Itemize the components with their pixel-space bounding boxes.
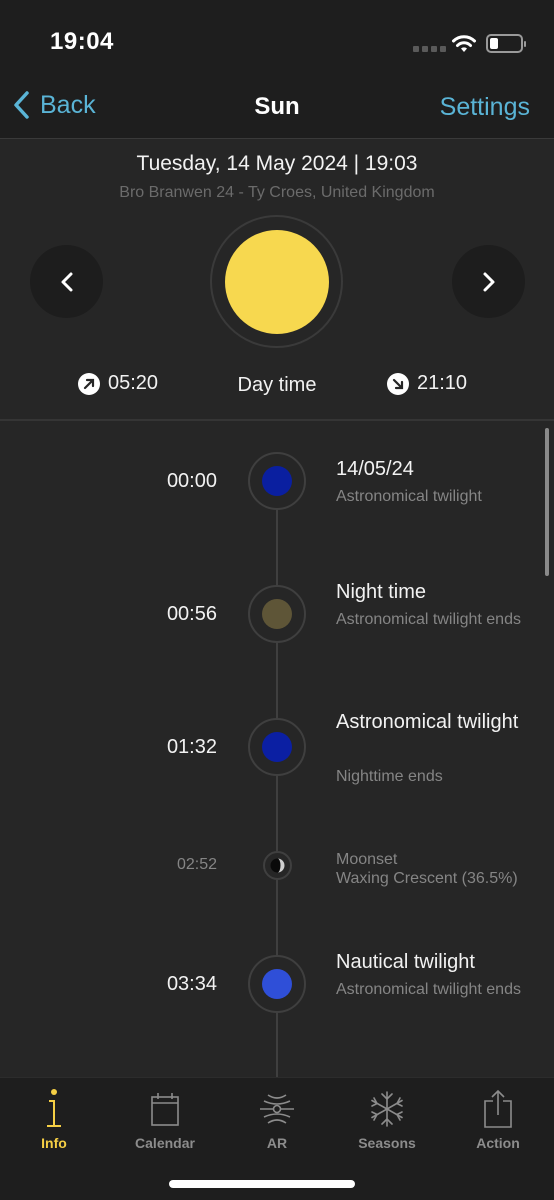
home-indicator[interactable] — [169, 1180, 355, 1188]
date-time: Tuesday, 14 May 2024 | 19:03 — [136, 152, 418, 175]
sunset: 21:10 — [387, 372, 467, 395]
event-subtitle: Nighttime ends — [336, 768, 443, 785]
next-day-button[interactable] — [452, 245, 525, 318]
status-time: 19:04 — [50, 28, 114, 55]
tab-label: Calendar — [135, 1135, 195, 1151]
scrollbar[interactable] — [545, 428, 549, 576]
event-time: 00:56 — [166, 603, 217, 625]
battery-low-icon — [486, 34, 526, 53]
moon-phase-icon — [270, 858, 285, 873]
event-marker — [248, 718, 306, 776]
ar-icon — [260, 1094, 294, 1124]
tab-seasons[interactable]: Seasons — [337, 1086, 437, 1151]
event-title: Nautical twilight — [336, 951, 475, 973]
tab-action[interactable]: Action — [448, 1086, 548, 1151]
current-phase: Day time — [237, 374, 317, 396]
event-title: Night time — [336, 581, 427, 603]
cellular-signal-icon — [413, 46, 446, 52]
sun-phase-dot-icon — [262, 969, 292, 999]
status-bar: 19:04 — [0, 0, 554, 80]
chevron-right-icon — [483, 272, 494, 291]
event-time: 00:00 — [166, 470, 217, 492]
event-title: Astronomical twilight — [336, 711, 519, 733]
event-marker — [248, 955, 306, 1013]
sunset-time: 21:10 — [417, 372, 468, 394]
event-marker — [248, 585, 306, 643]
sun-icon — [225, 230, 329, 334]
tab-info[interactable]: Info — [4, 1086, 104, 1151]
chevron-left-icon — [61, 272, 72, 291]
tab-calendar[interactable]: Calendar — [115, 1086, 215, 1151]
event-subtitle: Astronomical twilight ends — [336, 611, 521, 628]
tab-label: Info — [41, 1135, 67, 1151]
calendar-icon — [151, 1093, 179, 1126]
wifi-icon — [452, 35, 476, 52]
sun-phase-dot-icon — [262, 732, 292, 762]
event-marker — [248, 452, 306, 510]
sun-summary-header: Tuesday, 14 May 2024 | 19:03 Bro Branwen… — [0, 140, 554, 421]
share-icon — [484, 1089, 512, 1128]
sun-phase-dot-icon — [262, 466, 292, 496]
event-subtitle: Astronomical twilight — [336, 488, 482, 505]
event-time: 02:52 — [176, 856, 217, 873]
sunset-arrow-icon — [387, 372, 409, 395]
event-subtitle: Astronomical twilight ends — [336, 981, 521, 998]
sun-phase-dot-icon — [262, 599, 292, 629]
tab-ar[interactable]: AR — [227, 1086, 327, 1151]
event-marker — [263, 851, 292, 880]
events-timeline[interactable]: 00:00 14/05/24 Astronomical twilight 00:… — [0, 422, 554, 1077]
tab-label: AR — [266, 1135, 288, 1151]
snowflake-icon — [371, 1091, 403, 1127]
tab-label: Seasons — [358, 1135, 416, 1151]
tab-label: Action — [476, 1135, 520, 1151]
event-subtitle: Waxing Crescent (36.5%) — [336, 870, 518, 887]
event-time: 03:34 — [166, 973, 217, 995]
navigation-bar: Back Sun Settings — [0, 80, 554, 139]
settings-button[interactable]: Settings — [440, 93, 530, 122]
previous-day-button[interactable] — [30, 245, 103, 318]
location[interactable]: Bro Branwen 24 - Ty Croes, United Kingdo… — [0, 184, 554, 202]
event-time: 01:32 — [166, 736, 217, 758]
event-title: 14/05/24 — [336, 458, 414, 480]
info-icon — [47, 1089, 61, 1127]
